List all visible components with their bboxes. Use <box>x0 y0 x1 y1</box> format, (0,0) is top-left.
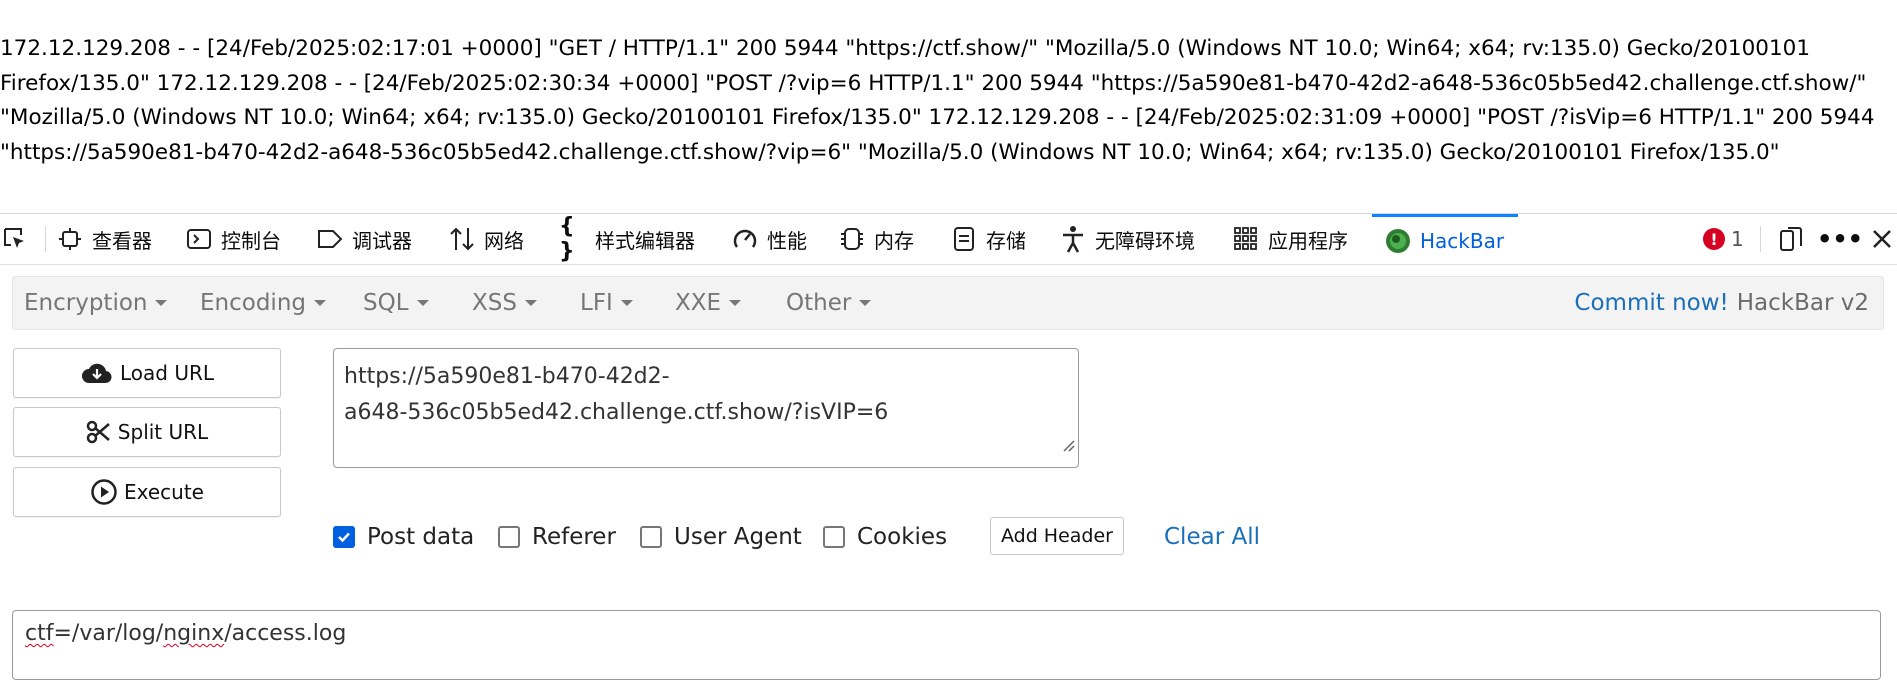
more-options-icon[interactable]: ••• <box>1817 214 1863 264</box>
tab-performance[interactable]: 性能 <box>731 214 807 264</box>
performance-icon <box>731 225 759 253</box>
access-log-text: 172.12.129.208 - - [24/Feb/2025:02:17:01… <box>0 36 1875 165</box>
hackbar-version: HackBar v2 <box>1736 290 1869 316</box>
cookies-option[interactable]: Cookies <box>823 520 947 554</box>
close-icon[interactable] <box>1868 214 1896 264</box>
memory-icon <box>838 225 866 253</box>
tab-accessibility[interactable]: 无障碍环境 <box>1059 214 1195 264</box>
tab-application[interactable]: 应用程序 <box>1232 214 1348 264</box>
responsive-design-icon[interactable] <box>1776 214 1806 264</box>
tab-memory[interactable]: 内存 <box>838 214 914 264</box>
menu-sql[interactable]: SQL <box>363 277 429 329</box>
error-icon: ! <box>1703 228 1725 250</box>
tab-network[interactable]: 网络 <box>448 214 524 264</box>
url-text-line-1: https://5a590e81-b470-42d2- <box>344 364 670 389</box>
menu-lfi[interactable]: LFI <box>580 277 633 329</box>
post-body-nginx: nginx <box>163 621 225 646</box>
error-indicator[interactable]: ! 1 <box>1703 214 1744 264</box>
scissors-icon <box>86 419 112 445</box>
post-data-checkbox[interactable] <box>333 526 355 548</box>
referer-option[interactable]: Referer <box>498 520 616 554</box>
element-picker-icon[interactable] <box>0 214 30 264</box>
menu-xss[interactable]: XSS <box>472 277 537 329</box>
user-agent-checkbox[interactable] <box>640 526 662 548</box>
url-textarea[interactable]: https://5a590e81-b470-42d2- a648-536c05b… <box>333 348 1079 468</box>
post-body-key: ctf <box>25 621 54 646</box>
cookies-checkbox[interactable] <box>823 526 845 548</box>
storage-icon <box>950 225 978 253</box>
debugger-icon <box>316 225 344 253</box>
application-icon <box>1232 225 1260 253</box>
error-count: 1 <box>1731 227 1744 251</box>
menu-encryption[interactable]: Encryption <box>24 277 168 329</box>
post-data-textarea[interactable]: ctf=/var/log/nginx/access.log <box>12 610 1881 680</box>
accessibility-icon <box>1059 225 1087 253</box>
tab-inspector[interactable]: 查看器 <box>56 214 152 264</box>
commit-area: Commit now! HackBar v2 <box>1574 277 1869 329</box>
cloud-download-icon <box>80 360 114 386</box>
menu-xxe[interactable]: XXE <box>675 277 742 329</box>
clear-all-link[interactable]: Clear All <box>1164 520 1260 554</box>
menu-encoding[interactable]: Encoding <box>200 277 326 329</box>
tab-style-editor[interactable]: { } 样式编辑器 <box>559 214 695 264</box>
post-data-option[interactable]: Post data <box>333 520 474 554</box>
url-text-line-2: a648-536c05b5ed42.challenge.ctf.show/?is… <box>344 400 889 425</box>
tab-console[interactable]: 控制台 <box>185 214 281 264</box>
user-agent-option[interactable]: User Agent <box>640 520 802 554</box>
console-icon <box>185 225 213 253</box>
execute-button[interactable]: Execute <box>13 467 281 517</box>
commit-now-link[interactable]: Commit now! <box>1574 290 1728 316</box>
split-url-button[interactable]: Split URL <box>13 407 281 457</box>
tab-debugger[interactable]: 调试器 <box>316 214 412 264</box>
tab-hackbar[interactable]: HackBar <box>1372 214 1519 264</box>
resize-grip-icon[interactable] <box>1061 428 1075 464</box>
referer-checkbox[interactable] <box>498 526 520 548</box>
hackbar-icon <box>1384 227 1412 255</box>
add-header-button[interactable]: Add Header <box>990 517 1124 555</box>
style-editor-icon: { } <box>559 214 575 264</box>
inspector-icon <box>56 225 84 253</box>
post-body-path-a: =/var/log/ <box>53 621 164 646</box>
play-circle-icon <box>90 478 118 506</box>
menu-other[interactable]: Other <box>786 277 872 329</box>
tab-storage[interactable]: 存储 <box>950 214 1026 264</box>
post-body-path-b: /access.log <box>224 621 347 646</box>
devtools-toolbar: 查看器 控制台 调试器 网络 { } 样式编辑器 性能 内存 存储 无障碍环境 … <box>0 213 1897 265</box>
network-icon <box>448 225 476 253</box>
hackbar-menubar: Encryption Encoding SQL XSS LFI XXE Othe… <box>12 276 1884 330</box>
load-url-button[interactable]: Load URL <box>13 348 281 398</box>
